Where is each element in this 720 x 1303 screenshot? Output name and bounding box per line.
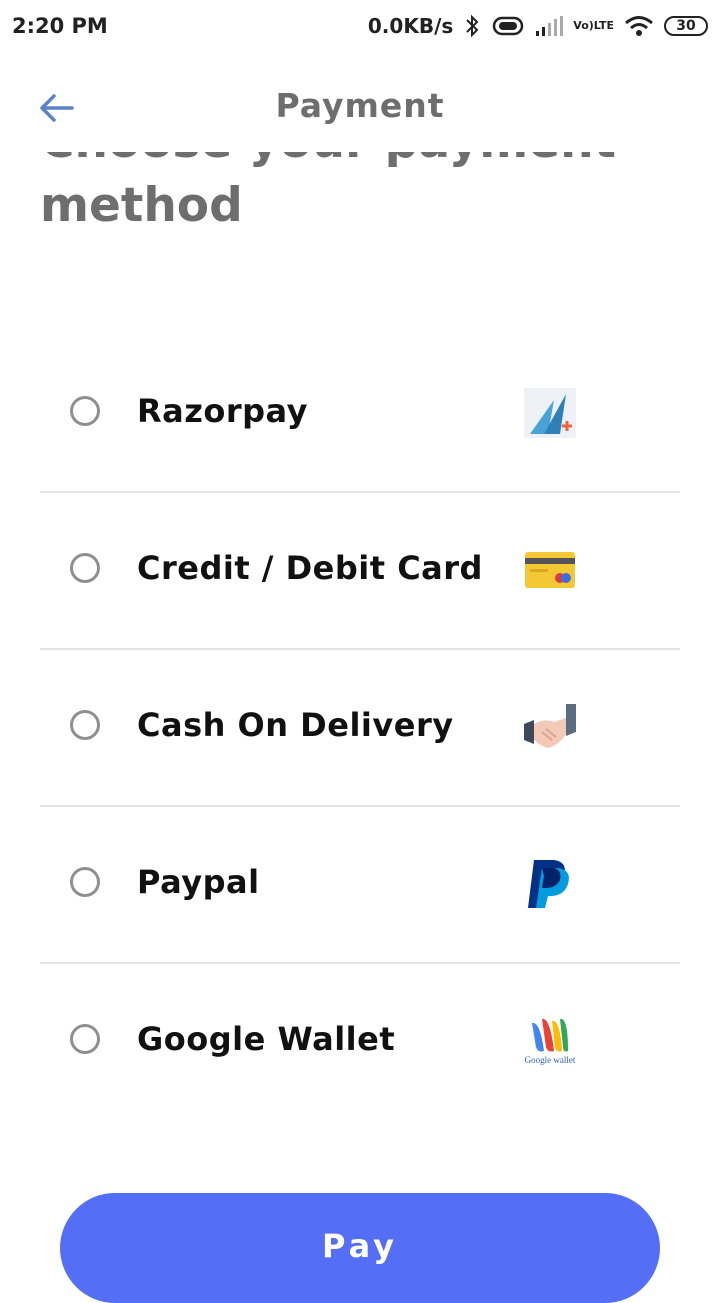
payment-method-list: Razorpay Credit / Debit Card Cash On Del… (40, 336, 680, 1121)
radio-button[interactable] (70, 710, 100, 740)
payment-option-paypal[interactable]: Paypal (40, 807, 680, 964)
google-wallet-logo-icon: Google wallet (520, 1014, 580, 1068)
option-label: Credit / Debit Card (137, 549, 483, 587)
network-speed: 0.0KB/s (367, 14, 454, 38)
radio-button[interactable] (70, 396, 100, 426)
battery-icon: 30 (664, 16, 708, 36)
radio-button[interactable] (70, 867, 100, 897)
volte-icon: Vo) LTE (573, 19, 614, 32)
paypal-logo-icon (520, 857, 580, 911)
credit-card-icon (520, 543, 580, 597)
payment-option-card[interactable]: Credit / Debit Card (40, 493, 680, 650)
pay-button-label: Pay (321, 1227, 399, 1265)
option-label: Google Wallet (137, 1020, 396, 1058)
volte-label: Vo) (573, 19, 594, 32)
vibrate-icon (491, 15, 525, 37)
bluetooth-icon (463, 14, 481, 38)
radio-button[interactable] (70, 553, 100, 583)
status-icons: 0.0KB/s Vo) LTE 30 (368, 14, 708, 38)
payment-option-razorpay[interactable]: Razorpay (40, 336, 680, 493)
handshake-icon (520, 700, 580, 754)
payment-option-cod[interactable]: Cash On Delivery (40, 650, 680, 807)
lte-label: LTE (593, 19, 614, 32)
google-wallet-logo-text: Google wallet (524, 1055, 576, 1065)
pay-button[interactable]: Pay (60, 1193, 660, 1303)
signal-icon (535, 15, 564, 37)
option-label: Cash On Delivery (137, 706, 454, 744)
payment-option-google-wallet[interactable]: Google Wallet Google wallet (40, 964, 680, 1121)
status-time: 2:20 PM (12, 14, 108, 38)
radio-button[interactable] (70, 1024, 100, 1054)
option-label: Razorpay (137, 392, 308, 430)
option-label: Paypal (137, 863, 260, 901)
status-bar: 2:20 PM 0.0KB/s Vo) LTE 30 (0, 0, 720, 52)
heading-line-2: method (40, 178, 243, 233)
app-header: Payment (0, 60, 720, 152)
page-title: Payment (275, 86, 445, 125)
wifi-icon (624, 15, 654, 37)
razorpay-logo-icon (520, 386, 580, 440)
